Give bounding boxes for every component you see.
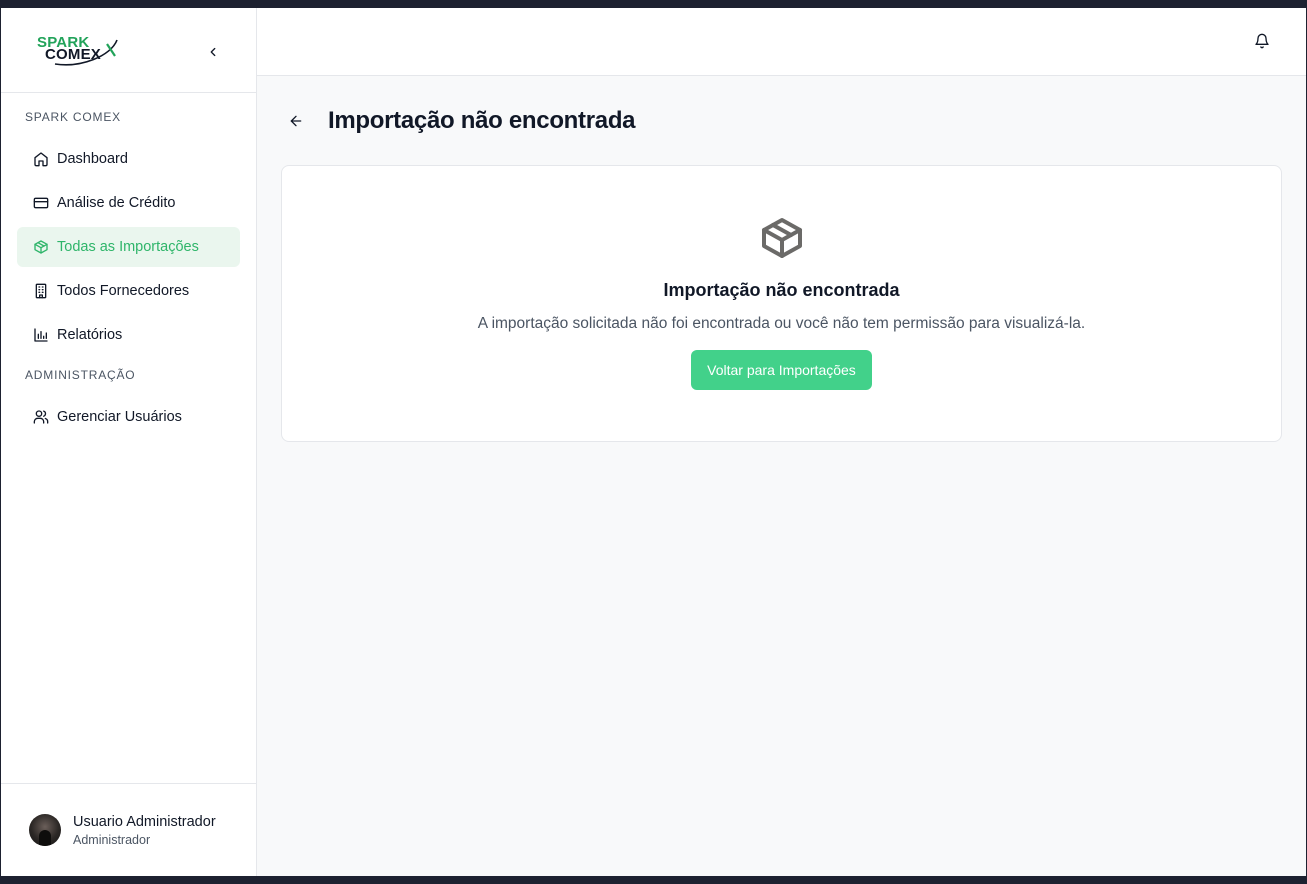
user-role: Administrador	[73, 832, 151, 847]
arrow-left-icon	[290, 115, 302, 127]
empty-state-card: Importação não encontrada A importação s…	[281, 165, 1282, 442]
credit-card-icon	[33, 195, 49, 211]
empty-state-description: A importação solicitada não foi encontra…	[477, 315, 1086, 332]
chevron-left-icon	[210, 47, 216, 57]
sidebar-item-label: Dashboard	[57, 151, 128, 167]
package-icon	[33, 239, 49, 255]
sidebar-nav: SPARK COMEX Dashboard Análise de Crédito…	[1, 93, 256, 783]
sidebar-header: SPARK COMEX	[1, 8, 256, 93]
empty-state-title: Importação não encontrada	[663, 280, 900, 300]
sidebar-item-label: Todas as Importações	[57, 239, 199, 255]
app-window: SPARK COMEX SPARK COMEX Dashboard Anális…	[1, 8, 1306, 876]
notifications-button[interactable]	[1254, 33, 1270, 54]
page-header: Importação não encontrada	[281, 101, 1282, 141]
bar-chart-icon	[33, 327, 49, 343]
nav-section-label: SPARK COMEX	[25, 110, 121, 124]
sidebar-item-credit-analysis[interactable]: Análise de Crédito	[17, 183, 240, 223]
back-button[interactable]	[280, 105, 312, 137]
sidebar-item-label: Relatórios	[57, 327, 123, 343]
logo-swoosh-icon	[54, 39, 118, 66]
home-icon	[33, 151, 49, 167]
sidebar-item-label: Análise de Crédito	[57, 195, 176, 211]
sidebar-item-suppliers[interactable]: Todos Fornecedores	[17, 271, 240, 311]
user-name: Usuario Administrador	[73, 813, 216, 830]
sidebar-item-reports[interactable]: Relatórios	[17, 315, 240, 355]
bell-icon	[1255, 33, 1269, 49]
brand-logo[interactable]: SPARK COMEX	[37, 32, 119, 68]
main-area: Importação não encontrada Importação não…	[257, 8, 1306, 876]
sidebar-item-dashboard[interactable]: Dashboard	[17, 139, 240, 179]
page-content: Importação não encontrada Importação não…	[257, 76, 1306, 442]
page-title: Importação não encontrada	[328, 107, 636, 134]
user-info: Usuario Administrador Administrador	[73, 813, 216, 848]
nav-section-label: ADMINISTRAÇÃO	[25, 368, 136, 382]
collapse-sidebar-button[interactable]	[203, 42, 223, 62]
sidebar: SPARK COMEX SPARK COMEX Dashboard Anális…	[1, 8, 257, 876]
avatar	[29, 814, 61, 846]
back-to-imports-button[interactable]: Voltar para Importações	[691, 350, 872, 390]
users-icon	[33, 409, 49, 425]
top-bar	[257, 8, 1306, 76]
sidebar-item-manage-users[interactable]: Gerenciar Usuários	[17, 397, 240, 437]
sidebar-item-label: Gerenciar Usuários	[57, 409, 182, 425]
building-icon	[33, 283, 49, 299]
package-icon	[761, 218, 802, 258]
sidebar-item-label: Todos Fornecedores	[57, 283, 190, 299]
user-profile[interactable]: Usuario Administrador Administrador	[1, 783, 256, 876]
sidebar-item-imports[interactable]: Todas as Importações	[17, 227, 240, 267]
